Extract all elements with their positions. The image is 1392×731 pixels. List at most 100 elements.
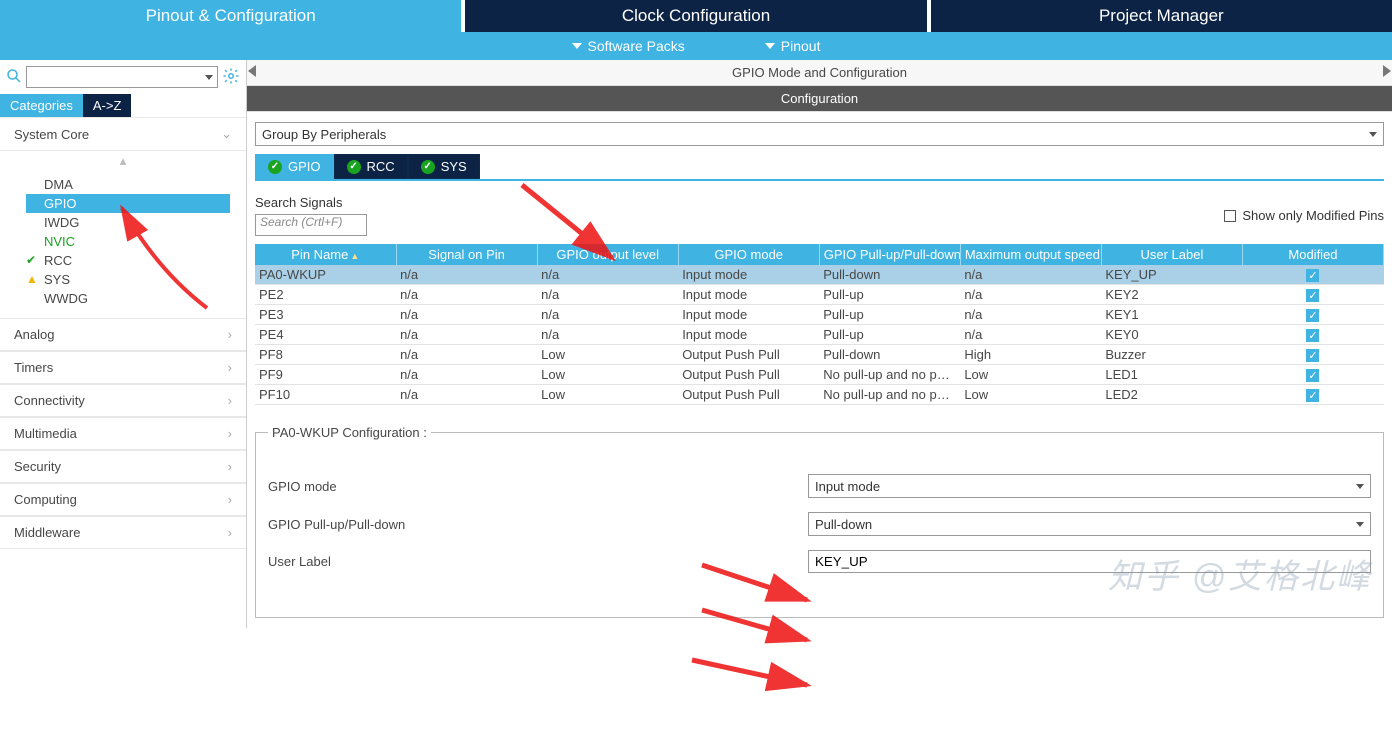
periph-tab-sys[interactable]: ✓ SYS: [408, 154, 480, 179]
table-row[interactable]: PF10n/aLowOutput Push PullNo pull-up and…: [255, 385, 1384, 405]
cell-speed: High: [960, 345, 1101, 365]
cell-modified: ✓: [1242, 265, 1383, 285]
group-analog[interactable]: Analog ›: [0, 318, 246, 351]
settings-gear-icon[interactable]: [222, 67, 240, 88]
panel-title: GPIO Mode and Configuration: [247, 60, 1392, 86]
tab-pinout-config[interactable]: Pinout & Configuration: [0, 0, 461, 32]
check-icon: ✓: [1306, 329, 1319, 342]
scroll-right-icon[interactable]: [1382, 60, 1392, 82]
pinout-menu[interactable]: Pinout: [765, 38, 821, 54]
tab-label: SYS: [441, 159, 467, 174]
sidebar-item-nvic[interactable]: NVIC: [26, 232, 230, 251]
cell-pull: Pull-down: [819, 345, 960, 365]
search-icon[interactable]: [6, 68, 22, 87]
cell-level: n/a: [537, 305, 678, 325]
chevron-down-icon: ⌄: [221, 126, 232, 142]
annotation-arrow-icon: [687, 655, 817, 695]
gpio-mode-select[interactable]: Input mode: [808, 474, 1371, 498]
group-label: Security: [14, 459, 61, 474]
cell-speed: n/a: [960, 325, 1101, 345]
tab-clock-config[interactable]: Clock Configuration: [465, 0, 926, 32]
chevron-down-icon: [1356, 522, 1364, 527]
gpio-pull-select[interactable]: Pull-down: [808, 512, 1371, 536]
sidebar-item-dma[interactable]: DMA: [26, 175, 230, 194]
col-modified[interactable]: Modified: [1242, 244, 1383, 265]
check-icon: ✓: [1306, 269, 1319, 282]
sidebar-item-iwdg[interactable]: IWDG: [26, 213, 230, 232]
sidebar-item-gpio[interactable]: GPIO: [26, 194, 230, 213]
group-label: System Core: [14, 127, 89, 142]
chevron-right-icon: ›: [228, 525, 232, 540]
group-computing[interactable]: Computing›: [0, 483, 246, 516]
cell-pull: Pull-up: [819, 325, 960, 345]
software-packs-menu[interactable]: Software Packs: [572, 38, 685, 54]
periph-tab-rcc[interactable]: ✓RCC: [334, 154, 408, 179]
cell-pull: Pull-up: [819, 305, 960, 325]
cell-label: KEY1: [1101, 305, 1242, 325]
cell-label: LED2: [1101, 385, 1242, 405]
check-circle-icon: ✓: [421, 160, 435, 174]
check-icon: ✓: [1306, 349, 1319, 362]
show-only-modified-label: Show only Modified Pins: [1242, 208, 1384, 223]
chevron-down-icon: [1369, 132, 1377, 137]
cell-label: KEY_UP: [1101, 265, 1242, 285]
col-signal[interactable]: Signal on Pin: [396, 244, 537, 265]
config-title: Configuration: [247, 86, 1392, 112]
group-middleware[interactable]: Middleware›: [0, 516, 246, 549]
tab-categories[interactable]: Categories: [0, 94, 83, 117]
cell-mode: Output Push Pull: [678, 365, 819, 385]
cell-speed: Low: [960, 365, 1101, 385]
col-pin-name[interactable]: Pin Name▲: [255, 244, 396, 265]
group-security[interactable]: Security›: [0, 450, 246, 483]
chevron-right-icon: ›: [228, 327, 232, 342]
user-label-input[interactable]: [808, 550, 1371, 573]
table-row[interactable]: PE3n/an/aInput modePull-upn/aKEY1✓: [255, 305, 1384, 325]
sidebar-item-rcc[interactable]: ✔RCC: [26, 251, 230, 270]
group-multimedia[interactable]: Multimedia›: [0, 417, 246, 450]
scroll-left-icon[interactable]: [247, 60, 257, 82]
col-level[interactable]: GPIO output level: [537, 244, 678, 265]
collapse-arrow-icon[interactable]: ▴: [0, 151, 246, 171]
chevron-right-icon: ›: [228, 492, 232, 507]
peripheral-search-combo[interactable]: [26, 66, 218, 88]
cell-mode: Input mode: [678, 305, 819, 325]
sidebar-item-wwdg[interactable]: WWDG: [26, 289, 230, 308]
table-row[interactable]: PF8n/aLowOutput Push PullPull-downHighBu…: [255, 345, 1384, 365]
gpio-pull-label: GPIO Pull-up/Pull-down: [268, 517, 508, 532]
group-by-select[interactable]: Group By Peripherals: [255, 122, 1384, 146]
table-row[interactable]: PF9n/aLowOutput Push PullNo pull-up and …: [255, 365, 1384, 385]
col-label[interactable]: User Label: [1101, 244, 1242, 265]
cell-label: KEY0: [1101, 325, 1242, 345]
chevron-down-icon: [572, 43, 582, 49]
group-timers[interactable]: Timers›: [0, 351, 246, 384]
cell-label: Buzzer: [1101, 345, 1242, 365]
show-only-modified-checkbox[interactable]: Show only Modified Pins: [1224, 208, 1384, 223]
sidebar-item-sys[interactable]: ▲SYS: [26, 270, 230, 289]
chevron-right-icon: ›: [228, 360, 232, 375]
cell-mode: Input mode: [678, 325, 819, 345]
cell-level: Low: [537, 385, 678, 405]
cell-modified: ✓: [1242, 365, 1383, 385]
cell-signal: n/a: [396, 285, 537, 305]
tab-a-z[interactable]: A->Z: [83, 94, 132, 117]
tab-label: GPIO: [288, 159, 321, 174]
table-row[interactable]: PE4n/an/aInput modePull-upn/aKEY0✓: [255, 325, 1384, 345]
periph-tab-gpio[interactable]: ✓GPIO: [255, 154, 334, 179]
table-row[interactable]: PE2n/an/aInput modePull-upn/aKEY2✓: [255, 285, 1384, 305]
tab-project-manager[interactable]: Project Manager: [931, 0, 1392, 32]
cell-pin: PE3: [255, 305, 396, 325]
chevron-down-icon: [205, 75, 213, 80]
group-label: Analog: [14, 327, 54, 342]
col-mode[interactable]: GPIO mode: [678, 244, 819, 265]
col-pull[interactable]: GPIO Pull-up/Pull-down: [819, 244, 960, 265]
table-row[interactable]: PA0-WKUPn/an/aInput modePull-downn/aKEY_…: [255, 265, 1384, 285]
cell-level: n/a: [537, 325, 678, 345]
group-connectivity[interactable]: Connectivity›: [0, 384, 246, 417]
cell-level: Low: [537, 365, 678, 385]
check-circle-icon: ✓: [347, 160, 361, 174]
chevron-down-icon: [765, 43, 775, 49]
col-speed[interactable]: Maximum output speed: [960, 244, 1101, 265]
cell-modified: ✓: [1242, 345, 1383, 365]
group-system-core[interactable]: System Core ⌄: [0, 117, 246, 151]
search-signals-input[interactable]: Search (Crtl+F): [255, 214, 367, 236]
